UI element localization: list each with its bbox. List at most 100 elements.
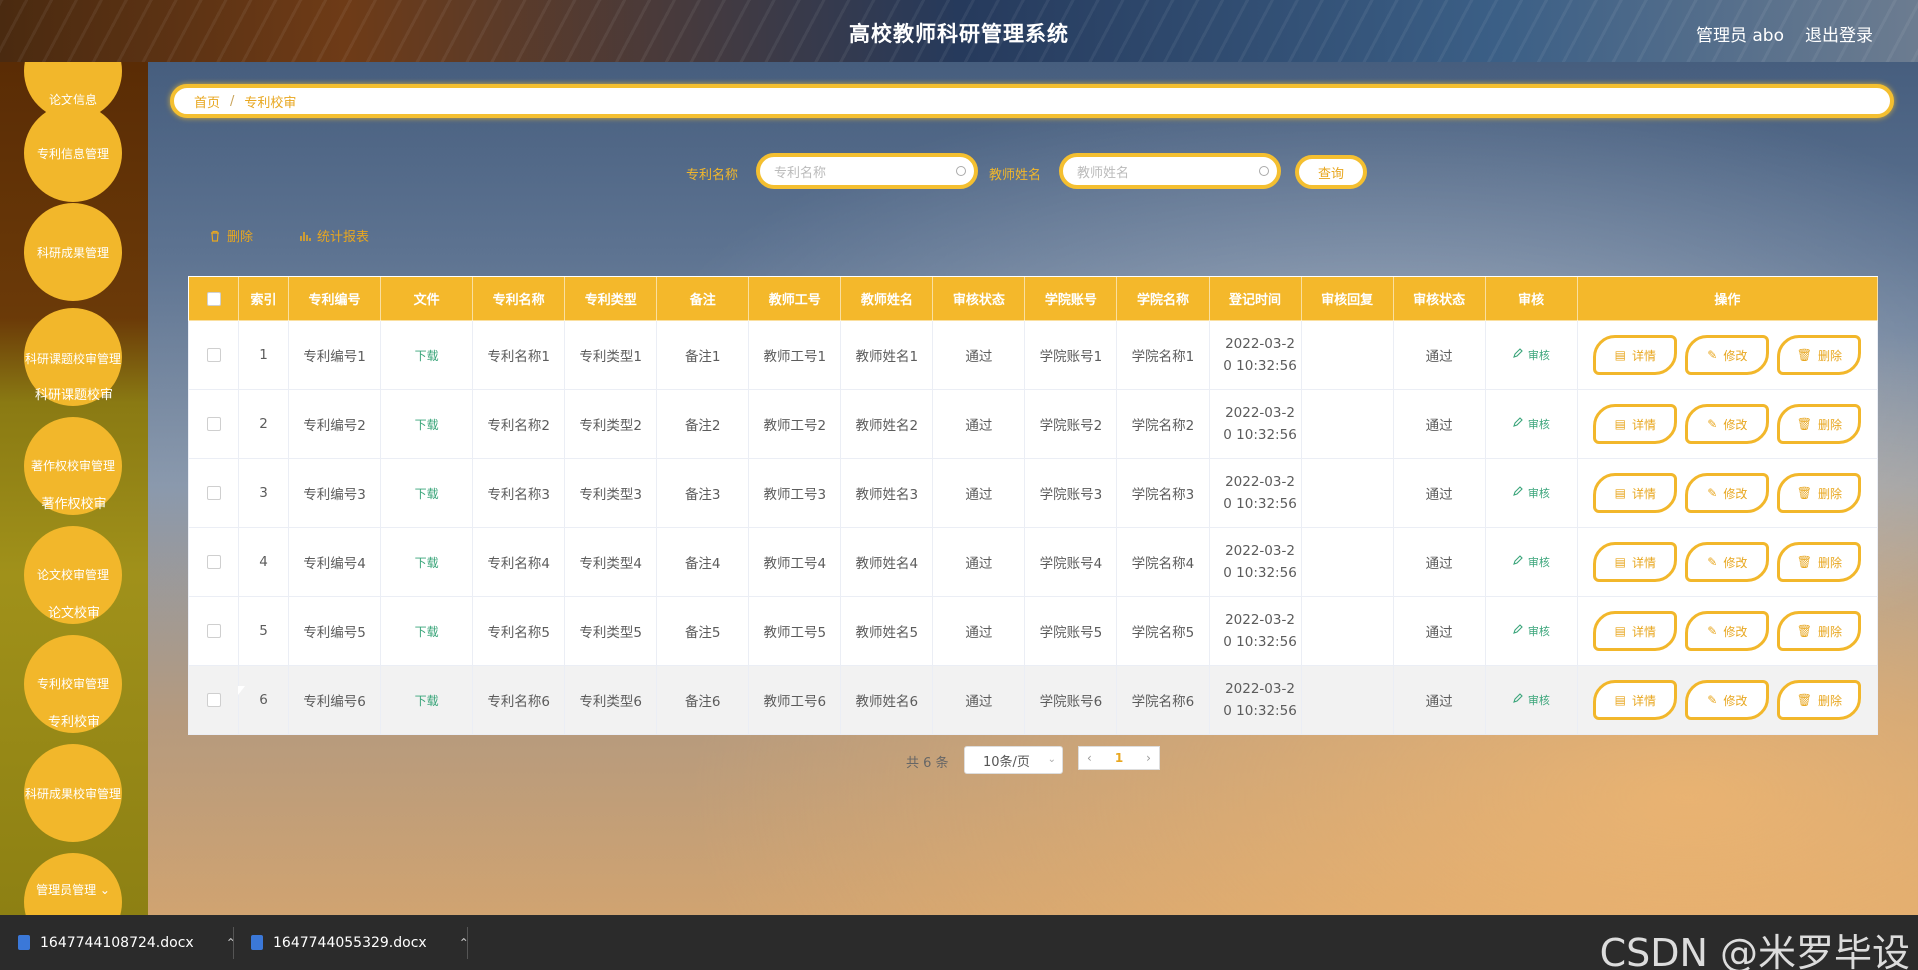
- edit-button[interactable]: ✎ 修改: [1685, 680, 1770, 720]
- cell-operations: ▤ 详情 ✎ 修改 🗑︎ 删除: [1576, 389, 1879, 459]
- breadcrumb-home[interactable]: 首页: [194, 92, 220, 111]
- detail-label: 详情: [1632, 555, 1657, 570]
- audit-link[interactable]: 审核: [1512, 486, 1550, 500]
- chevron-up-icon[interactable]: ⌃: [226, 936, 236, 950]
- pagination-total: 共 6 条: [906, 756, 949, 771]
- download-link[interactable]: 下载: [415, 556, 439, 570]
- patent-name-label: 专利名称: [686, 168, 739, 183]
- register-time-line-2: 0 10:32:56: [1223, 703, 1297, 719]
- document-icon: [18, 935, 30, 950]
- submenu-research-topic-audit[interactable]: 科研课题校审: [0, 384, 148, 403]
- audit-link[interactable]: 审核: [1512, 417, 1550, 431]
- audit-link[interactable]: 审核: [1512, 693, 1550, 707]
- cell-patent-type: 专利类型4: [564, 527, 658, 597]
- next-page-icon[interactable]: ›: [1146, 751, 1151, 765]
- download-item-2[interactable]: 1647744055329.docx ⌃: [251, 915, 469, 970]
- download-item-1[interactable]: 1647744108724.docx ⌃: [18, 915, 236, 970]
- edit-icon: ✎: [1707, 624, 1718, 638]
- select-all-checkbox[interactable]: [206, 291, 221, 306]
- patent-name-input[interactable]: 专利名称: [756, 153, 978, 189]
- row-select-cell[interactable]: [187, 596, 240, 666]
- edit-button[interactable]: ✎ 修改: [1685, 404, 1770, 444]
- edit-icon: [1513, 693, 1524, 703]
- delete-button[interactable]: 🗑︎ 删除: [1777, 335, 1862, 375]
- menu-admin[interactable]: 管理员管理 ⌄: [24, 853, 122, 915]
- cell-college-name: 学院名称4: [1116, 527, 1210, 597]
- register-time-line-1: 2022-03-2: [1225, 612, 1295, 628]
- row-checkbox[interactable]: [206, 555, 221, 569]
- page-size-select[interactable]: 10条/页 ⌄: [964, 746, 1063, 774]
- cell-college-account: 学院账号2: [1024, 389, 1118, 459]
- cell-teacher-name: 教师姓名3: [840, 458, 934, 528]
- bar-chart-icon: [300, 231, 311, 241]
- prev-page-icon[interactable]: ‹: [1087, 751, 1092, 765]
- cell-file: 下载: [380, 389, 474, 459]
- cell-register-time: 2022-03-2 0 10:32:56: [1208, 458, 1302, 528]
- submenu-copyright-audit[interactable]: 著作权校审: [0, 493, 148, 512]
- document-icon: ▤: [1614, 417, 1626, 431]
- delete-button[interactable]: 🗑︎ 删除: [1777, 542, 1862, 582]
- detail-button[interactable]: ▤ 详情: [1593, 404, 1678, 444]
- document-icon: ▤: [1614, 348, 1626, 362]
- menu-research-results[interactable]: 科研成果管理: [24, 203, 122, 301]
- submenu-patent-audit[interactable]: 专利校审: [0, 711, 148, 730]
- download-link[interactable]: 下载: [415, 349, 439, 363]
- audit-link[interactable]: 审核: [1512, 348, 1550, 362]
- edit-icon: [1513, 348, 1524, 358]
- row-select-cell[interactable]: [187, 389, 240, 459]
- cell-review-status: 通过: [932, 389, 1026, 459]
- delete-label: 删除: [1817, 417, 1842, 432]
- cell-patent-no: 专利编号3: [288, 458, 382, 528]
- cell-college-name: 学院名称5: [1116, 596, 1210, 666]
- delete-button[interactable]: 🗑︎ 删除: [1777, 473, 1862, 513]
- detail-button[interactable]: ▤ 详情: [1593, 473, 1678, 513]
- edit-button[interactable]: ✎ 修改: [1685, 473, 1770, 513]
- row-select-cell[interactable]: [187, 665, 240, 735]
- logout-link[interactable]: 退出登录: [1805, 21, 1873, 46]
- row-checkbox[interactable]: [206, 417, 221, 431]
- audit-link[interactable]: 审核: [1512, 555, 1550, 569]
- delete-button[interactable]: 🗑︎ 删除: [1777, 680, 1862, 720]
- menu-research-results-audit[interactable]: 科研成果校审管理: [24, 744, 122, 842]
- delete-action[interactable]: 删除: [209, 226, 253, 245]
- edit-button[interactable]: ✎ 修改: [1685, 611, 1770, 651]
- register-time-line-1: 2022-03-2: [1225, 405, 1295, 421]
- detail-button[interactable]: ▤ 详情: [1593, 611, 1678, 651]
- teacher-name-input[interactable]: 教师姓名: [1059, 153, 1281, 189]
- select-all-header[interactable]: [187, 276, 240, 321]
- cell-patent-no: 专利编号5: [288, 596, 382, 666]
- row-checkbox[interactable]: [206, 486, 221, 500]
- submenu-paper-audit[interactable]: 论文校审: [0, 602, 148, 621]
- cell-review-status-2: 通过: [1392, 527, 1486, 597]
- download-link[interactable]: 下载: [415, 418, 439, 432]
- cell-audit: 审核: [1484, 527, 1578, 597]
- download-link[interactable]: 下载: [415, 694, 439, 708]
- row-select-cell[interactable]: [187, 527, 240, 597]
- download-link[interactable]: 下载: [415, 487, 439, 501]
- breadcrumb-current: 专利校审: [244, 95, 297, 111]
- row-checkbox[interactable]: [206, 624, 221, 638]
- row-select-cell[interactable]: [187, 320, 240, 390]
- edit-button[interactable]: ✎ 修改: [1685, 542, 1770, 582]
- row-select-cell[interactable]: [187, 458, 240, 528]
- download-link[interactable]: 下载: [415, 625, 439, 639]
- edit-icon: ✎: [1707, 417, 1718, 431]
- row-checkbox[interactable]: [206, 348, 221, 362]
- detail-button[interactable]: ▤ 详情: [1593, 335, 1678, 375]
- detail-button[interactable]: ▤ 详情: [1593, 542, 1678, 582]
- table-body: 1 专利编号1 下载 专利名称1 专利类型1 备注1 教师工号1 教师姓名1 通过 学院账号1 学院…: [187, 320, 1879, 735]
- delete-button[interactable]: 🗑︎ 删除: [1777, 404, 1862, 444]
- divider: [233, 927, 234, 959]
- query-button[interactable]: 查询: [1295, 155, 1367, 189]
- statistics-report-action[interactable]: 统计报表: [299, 226, 369, 245]
- delete-button[interactable]: 🗑︎ 删除: [1777, 611, 1862, 651]
- edit-icon: [1513, 417, 1524, 427]
- download-bar: 1647744108724.docx ⌃ 1647744055329.docx …: [0, 915, 1918, 970]
- row-checkbox[interactable]: [206, 693, 221, 707]
- edit-button[interactable]: ✎ 修改: [1685, 335, 1770, 375]
- current-page[interactable]: 1: [1115, 751, 1123, 765]
- audit-link[interactable]: 审核: [1512, 624, 1550, 638]
- cell-operations: ▤ 详情 ✎ 修改 🗑︎ 删除: [1576, 320, 1879, 390]
- detail-button[interactable]: ▤ 详情: [1593, 680, 1678, 720]
- menu-patent-info[interactable]: 专利信息管理: [24, 104, 122, 202]
